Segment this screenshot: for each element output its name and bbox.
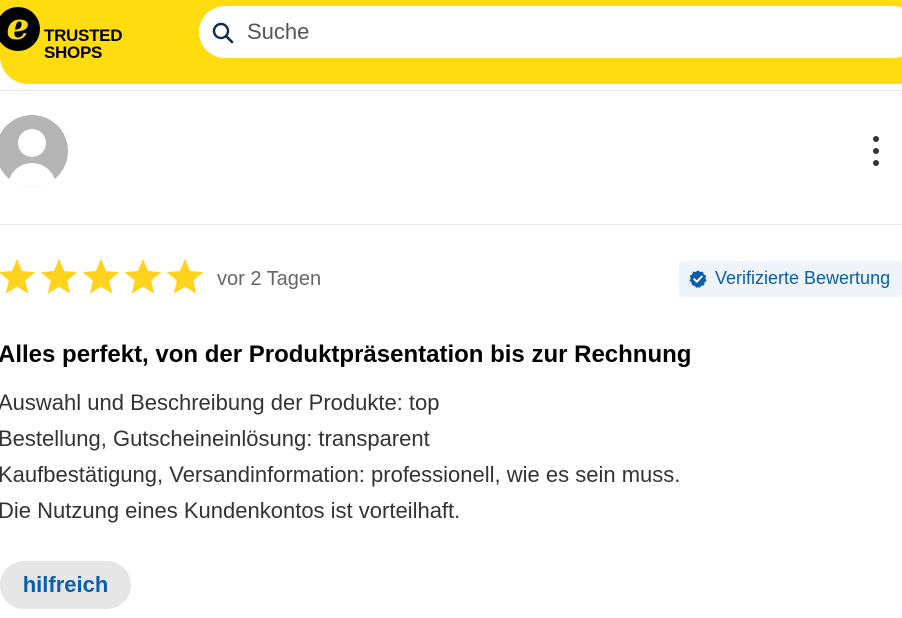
logo-e-glyph: e xyxy=(6,6,30,48)
search-input[interactable] xyxy=(247,14,887,50)
review-date: vor 2 Tagen xyxy=(217,268,322,290)
verified-label: Verifizierte Bewertung xyxy=(715,268,891,288)
reviewer-divider xyxy=(0,224,902,225)
more-vertical-icon[interactable] xyxy=(866,134,886,168)
review-title: Alles perfekt, von der Produktpräsentati… xyxy=(0,341,692,368)
star-icon xyxy=(0,258,36,294)
review-line: Die Nutzung eines Kundenkontos ist vorte… xyxy=(0,498,461,523)
trusted-shops-logo[interactable]: e TRUSTED SHOPS xyxy=(0,5,140,65)
avatar-body xyxy=(8,163,56,187)
helpful-button[interactable]: hilfreich xyxy=(0,561,131,609)
header-divider xyxy=(0,90,902,91)
logo-mark: e xyxy=(0,7,40,51)
verified-review-badge[interactable]: Verifizierte Bewertung xyxy=(679,261,902,297)
star-icon xyxy=(40,258,78,294)
logo-wordmark: TRUSTED SHOPS xyxy=(44,27,122,61)
logo-line-1: TRUSTED xyxy=(44,26,123,45)
search-bar[interactable] xyxy=(199,6,902,58)
header-bar: e TRUSTED SHOPS xyxy=(0,0,902,84)
search-icon[interactable] xyxy=(211,21,235,45)
review-line: Kaufbestätigung, Versandinformation: pro… xyxy=(0,462,681,487)
logo-line-2: SHOPS xyxy=(44,43,103,62)
kebab-dot xyxy=(873,136,879,142)
star-icon xyxy=(82,258,120,294)
review-line: Auswahl und Beschreibung der Produkte: t… xyxy=(0,390,440,415)
verified-badge-icon xyxy=(689,270,707,288)
user-avatar-icon xyxy=(0,115,68,187)
star-rating xyxy=(0,256,206,300)
star-icon xyxy=(124,258,162,294)
star-icon xyxy=(166,258,204,294)
kebab-dot xyxy=(873,160,879,166)
review-body: Auswahl und Beschreibung der Produkte: t… xyxy=(0,385,680,529)
review-line: Bestellung, Gutscheineinlösung: transpar… xyxy=(0,426,430,451)
kebab-dot xyxy=(873,148,879,154)
avatar-head xyxy=(18,129,46,157)
